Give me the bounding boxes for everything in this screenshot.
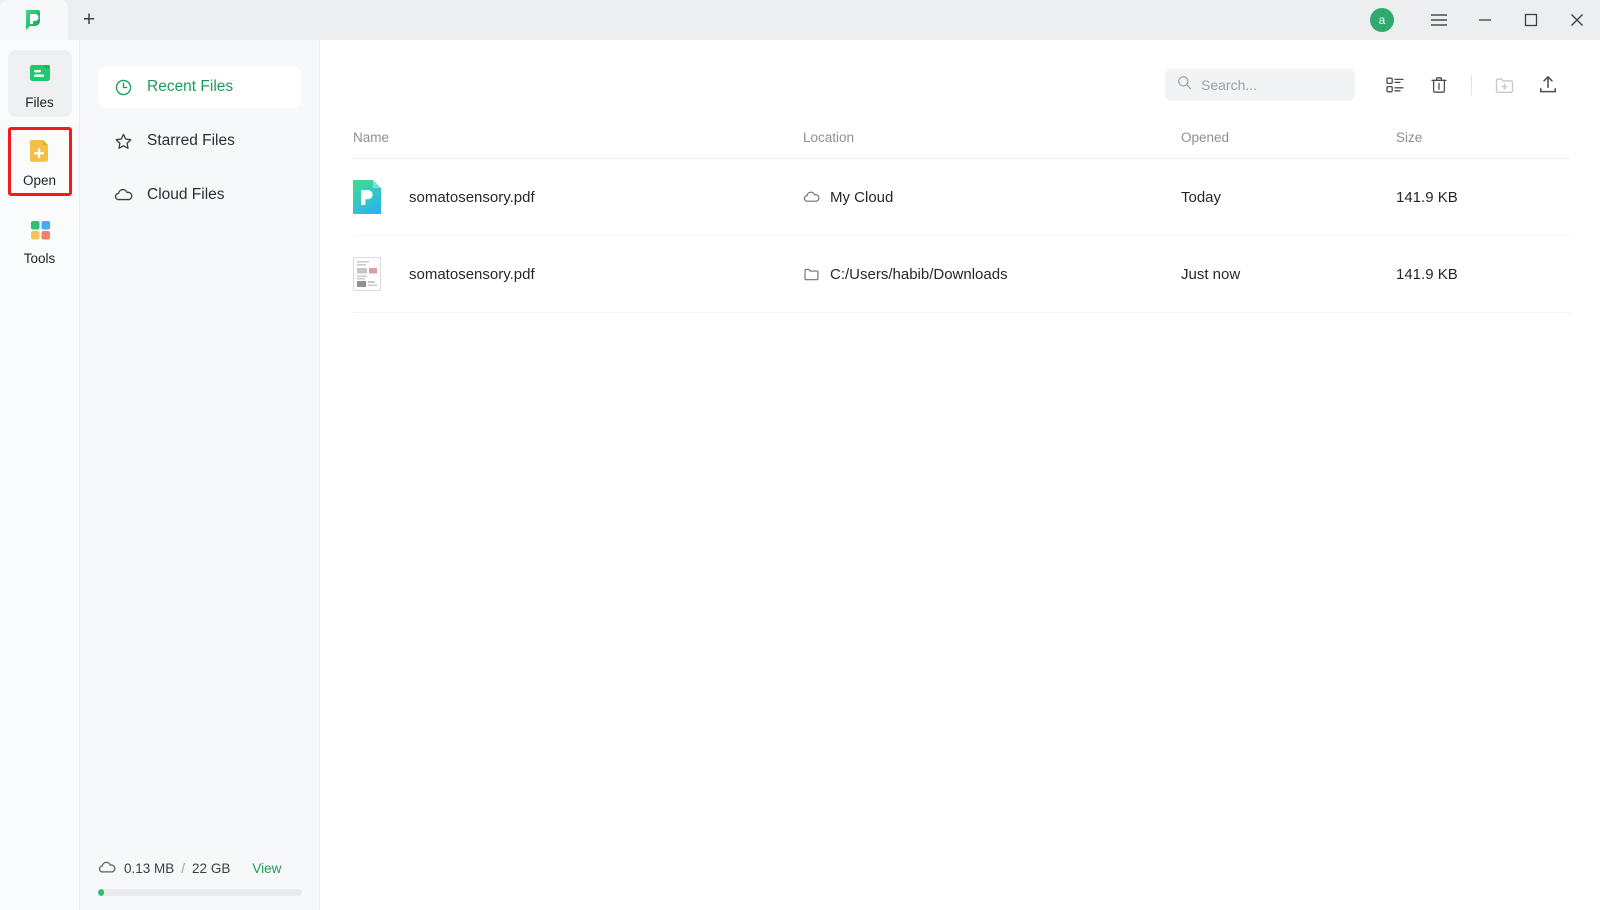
primary-sidebar: Files Open Tools [0, 40, 80, 910]
file-opened-cell: Just now [1181, 235, 1396, 313]
search-input[interactable] [1201, 77, 1341, 93]
file-location-text: My Cloud [830, 188, 894, 206]
file-name-text: somatosensory.pdf [409, 265, 535, 283]
file-name-text: somatosensory.pdf [409, 188, 535, 206]
sidebar-item-label: Open [22, 173, 57, 188]
cloud-icon [114, 186, 133, 205]
file-opened-cell: Today [1181, 158, 1396, 236]
sidebar-item-open[interactable]: Open [7, 127, 72, 196]
folder-icon [803, 266, 820, 283]
file-name-cell: somatosensory.pdf [353, 235, 803, 313]
file-size-cell: 141.9 KB [1396, 158, 1570, 236]
toolbar-divider [1471, 75, 1472, 95]
minimize-icon[interactable] [1462, 0, 1508, 40]
file-name-cell: somatosensory.pdf [353, 158, 803, 236]
file-location-cell: C:/Users/habib/Downloads [803, 235, 1181, 313]
files-icon [25, 58, 55, 88]
table-row[interactable]: somatosensory.pdf C:/Users/habib/Downloa… [353, 235, 1570, 313]
file-location-cell: My Cloud [803, 158, 1181, 236]
list-view-icon[interactable] [1373, 68, 1417, 102]
maximize-icon[interactable] [1508, 0, 1554, 40]
new-tab-button[interactable]: + [68, 0, 110, 40]
sidebar-item-label: Starred Files [147, 132, 235, 149]
close-icon[interactable] [1554, 0, 1600, 40]
file-table: Name Location Opened Size somatosensory.… [353, 130, 1570, 313]
clock-icon [114, 78, 133, 97]
storage-indicator: 0.13 MB / 22 GB View [80, 859, 320, 910]
column-header-size[interactable]: Size [1396, 130, 1570, 159]
pdf-gradient-icon [353, 180, 381, 214]
cloud-icon [803, 189, 820, 206]
storage-progress-fill [98, 889, 105, 896]
sidebar-item-files[interactable]: Files [7, 50, 72, 117]
storage-progress-bar [98, 889, 302, 896]
search-icon [1177, 75, 1192, 95]
cloud-icon [98, 859, 116, 877]
column-header-location[interactable]: Location [803, 130, 1181, 159]
content-toolbar [321, 40, 1600, 130]
sidebar-item-tools[interactable]: Tools [8, 206, 72, 273]
storage-total: 22 GB [192, 860, 231, 876]
app-tab[interactable] [0, 0, 68, 40]
sidebar-item-cloud-files[interactable]: Cloud Files [98, 174, 301, 216]
storage-view-link[interactable]: View [252, 861, 281, 876]
trash-icon[interactable] [1417, 68, 1461, 102]
search-box[interactable] [1165, 69, 1355, 101]
sidebar-item-label: Cloud Files [147, 186, 225, 203]
star-icon [114, 132, 133, 151]
upload-icon[interactable] [1526, 68, 1570, 102]
file-size-cell: 141.9 KB [1396, 235, 1570, 313]
open-file-icon [25, 136, 55, 166]
sidebar-item-recent-files[interactable]: Recent Files [98, 66, 301, 108]
table-header-row: Name Location Opened Size [353, 130, 1570, 159]
storage-used: 0.13 MB [124, 860, 175, 876]
tools-grid-icon [25, 214, 55, 244]
document-thumbnail-icon [353, 257, 381, 291]
sidebar-item-label: Files [25, 95, 54, 110]
app-logo-icon [21, 7, 47, 33]
sidebar-item-starred-files[interactable]: Starred Files [98, 120, 301, 162]
file-table-wrapper: Name Location Opened Size somatosensory.… [321, 130, 1600, 313]
sidebar-item-label: Recent Files [147, 78, 234, 95]
window-controls: a [1370, 0, 1600, 40]
main-content: Name Location Opened Size [321, 40, 1600, 910]
sidebar-item-label: Tools [23, 251, 56, 266]
title-bar: + a [0, 0, 1600, 40]
secondary-sidebar: Recent Files Starred Files Cloud Files 0… [80, 40, 320, 910]
column-header-opened[interactable]: Opened [1181, 130, 1396, 159]
hamburger-menu-icon[interactable] [1416, 0, 1462, 40]
new-folder-icon[interactable] [1482, 68, 1526, 102]
file-location-text: C:/Users/habib/Downloads [830, 265, 1008, 283]
storage-separator: / [181, 860, 186, 876]
table-row[interactable]: somatosensory.pdf My Cloud Today 141.9 K… [353, 158, 1570, 236]
avatar[interactable]: a [1370, 8, 1394, 32]
column-header-name[interactable]: Name [353, 130, 803, 159]
